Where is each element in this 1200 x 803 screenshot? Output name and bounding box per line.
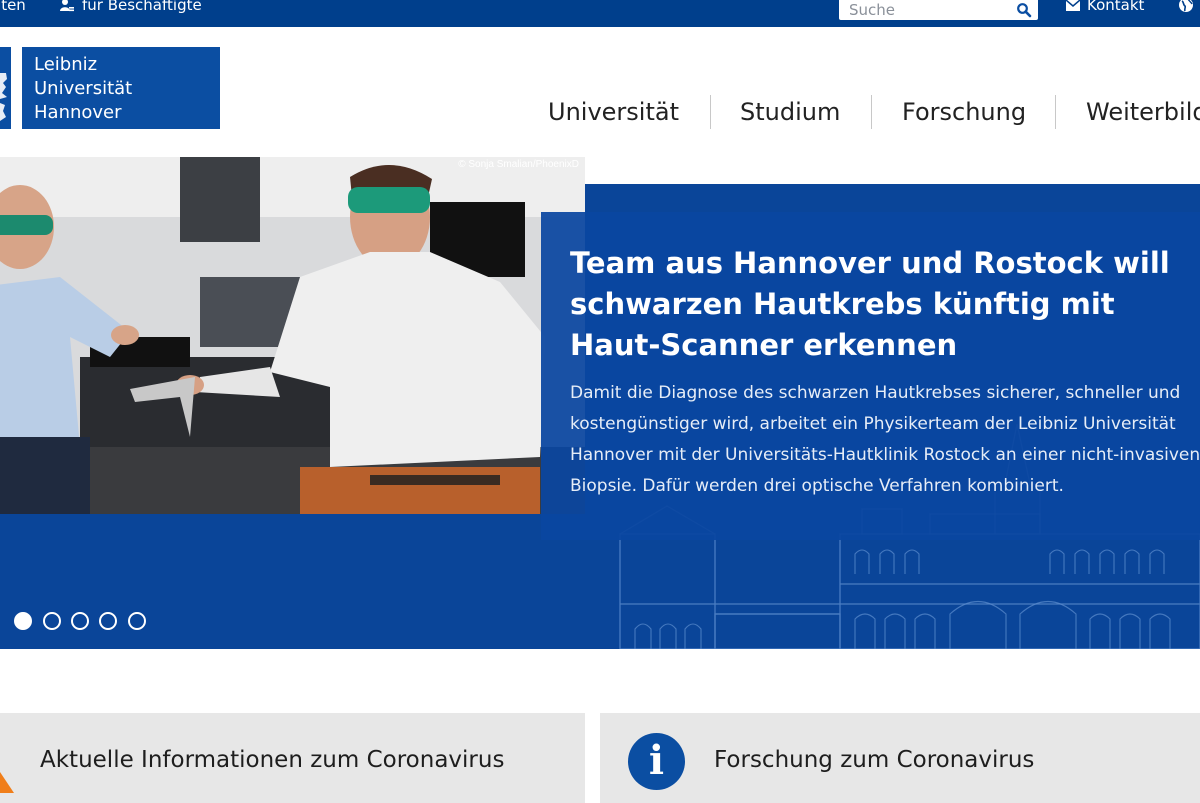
carousel-dot-1[interactable] xyxy=(14,612,32,630)
topbar-link-clipped[interactable]: äten xyxy=(0,0,26,25)
card-corona-research-title[interactable]: Forschung zum Coronavirus xyxy=(714,742,1034,778)
logo-line-1: Leibniz xyxy=(34,54,98,75)
topbar-link-employees[interactable]: für Beschäftigte xyxy=(60,0,202,25)
globe-icon xyxy=(1179,0,1193,12)
lab-photo-illustration xyxy=(0,157,585,514)
hero-photo[interactable]: © Sonja Smalian/PhoenixD xyxy=(0,157,585,514)
nav-item-weiterbildung[interactable]: Weiterbildung xyxy=(1086,95,1200,129)
carousel-dot-5[interactable] xyxy=(128,612,146,630)
employees-label: für Beschäftigte xyxy=(82,0,202,14)
topbar-link-contact[interactable]: Kontakt xyxy=(1065,0,1145,25)
nav-separator xyxy=(710,95,711,129)
horse-emblem-icon xyxy=(0,73,7,121)
warning-icon xyxy=(0,772,14,793)
photo-credit: © Sonja Smalian/PhoenixD xyxy=(458,159,579,170)
nav-item-forschung[interactable]: Forschung xyxy=(902,95,1026,129)
card-corona-info[interactable]: Aktuelle Informationen zum Coronavirus xyxy=(0,713,585,803)
card-corona-info-title[interactable]: Aktuelle Informationen zum Coronavirus xyxy=(40,742,504,778)
logo-line-3: Hannover xyxy=(34,102,122,123)
top-utility-bar: äten für Beschäftigte Kontakt xyxy=(0,0,1200,27)
card-corona-research[interactable]: i Forschung zum Coronavirus xyxy=(600,713,1200,803)
mail-icon xyxy=(1065,0,1081,11)
hero-body: Damit die Diagnose des schwarzen Hautkre… xyxy=(570,383,1200,496)
logo-emblem[interactable] xyxy=(0,47,11,129)
hero-headline[interactable]: Team aus Hannover und Rostock will schwa… xyxy=(570,243,1190,366)
nav-item-universitaet[interactable]: Universität xyxy=(548,95,679,129)
search-field[interactable] xyxy=(839,0,1038,20)
university-logo[interactable]: Leibniz Universität Hannover xyxy=(22,47,220,129)
search-input[interactable] xyxy=(839,0,1019,20)
language-switch[interactable] xyxy=(1178,0,1194,24)
contact-label: Kontakt xyxy=(1087,0,1145,14)
info-icon: i xyxy=(628,733,685,790)
nav-separator xyxy=(871,95,872,129)
carousel-dot-4[interactable] xyxy=(99,612,117,630)
carousel-dot-3[interactable] xyxy=(71,612,89,630)
logo-line-2: Universität xyxy=(34,78,133,99)
nav-separator xyxy=(1055,95,1056,129)
nav-item-studium[interactable]: Studium xyxy=(740,95,840,129)
person-icon xyxy=(60,0,74,12)
hero-teaser[interactable]: Team aus Hannover und Rostock will schwa… xyxy=(541,212,1200,540)
carousel-dot-2[interactable] xyxy=(43,612,61,630)
search-icon[interactable] xyxy=(1016,2,1032,18)
